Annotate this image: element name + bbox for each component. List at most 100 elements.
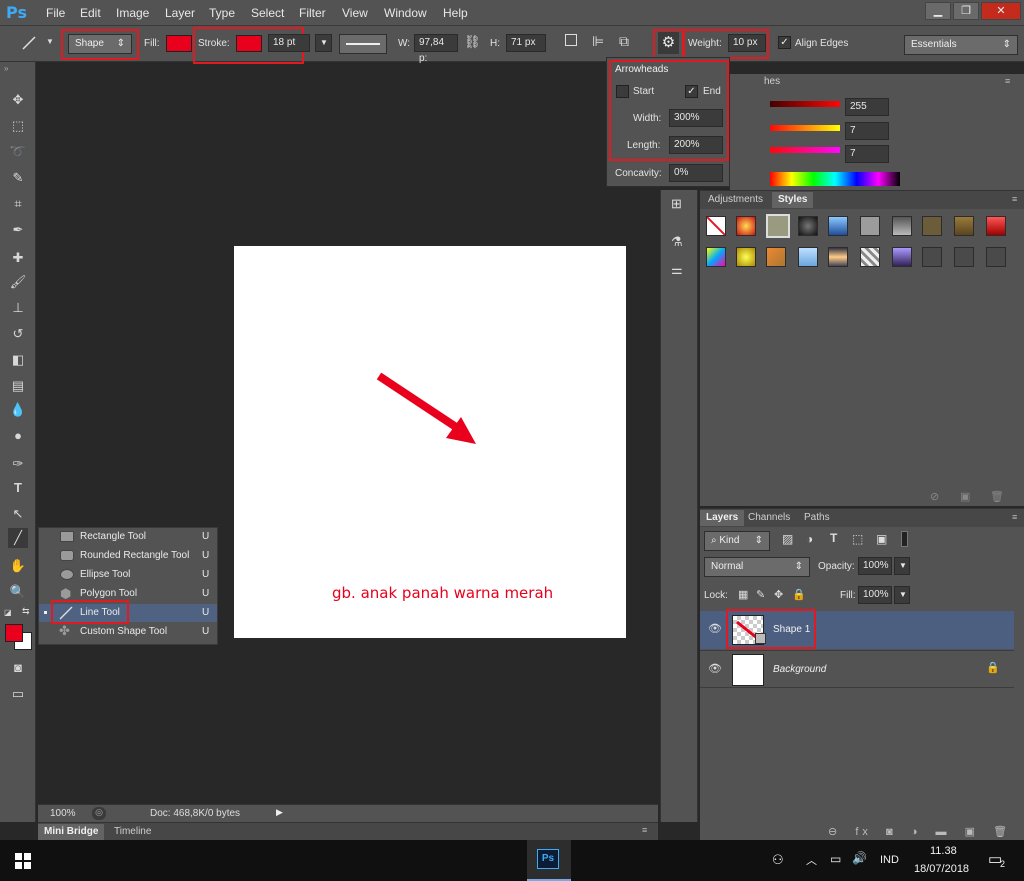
fill-input[interactable]: 100% bbox=[858, 586, 892, 604]
style-swatch[interactable] bbox=[798, 216, 818, 236]
stroke-width-input[interactable]: 18 pt bbox=[268, 34, 310, 52]
hand-tool-icon[interactable]: ✋ bbox=[8, 556, 28, 576]
width-input[interactable]: 97,84 p: bbox=[414, 34, 458, 64]
path-operations-icon[interactable] bbox=[565, 34, 577, 46]
eraser-tool-icon[interactable]: ◧ bbox=[8, 350, 28, 370]
clock-time[interactable]: 11.38 bbox=[930, 845, 957, 857]
tool-preset-dropdown-icon[interactable]: ▼ bbox=[46, 37, 54, 46]
windows-start-icon[interactable] bbox=[15, 853, 31, 869]
type-tool-icon[interactable]: T bbox=[8, 478, 28, 498]
layers-tab[interactable]: Layers bbox=[700, 510, 745, 526]
menu-file[interactable]: File bbox=[46, 6, 65, 20]
menu-window[interactable]: Window bbox=[384, 6, 427, 20]
blend-mode-select[interactable]: Normal ⇕ bbox=[704, 557, 810, 577]
styles-tab[interactable]: Styles bbox=[772, 192, 814, 208]
red-value-input[interactable]: 255 bbox=[845, 98, 889, 116]
style-swatch[interactable] bbox=[736, 216, 756, 236]
filter-smart-object-icon[interactable]: ▣ bbox=[876, 532, 887, 546]
filter-shape-icon[interactable]: ⬚ bbox=[852, 532, 863, 546]
fill-swatch[interactable] bbox=[166, 35, 192, 52]
document-canvas[interactable]: gb. anak panah warna merah bbox=[234, 246, 626, 638]
style-swatch[interactable] bbox=[892, 247, 912, 267]
history-panel-icon[interactable]: ⊞ bbox=[671, 196, 682, 212]
lock-all-icon[interactable]: 🔒 bbox=[792, 588, 806, 601]
menu-help[interactable]: Help bbox=[443, 6, 468, 20]
move-tool-icon[interactable]: ✥ bbox=[8, 90, 28, 110]
flyout-ellipse-tool[interactable]: Ellipse Tool U bbox=[39, 566, 217, 584]
workspace-select[interactable]: Essentials ⇕ bbox=[904, 35, 1018, 55]
filter-type-icon[interactable]: T bbox=[830, 531, 837, 545]
adjustments-tab[interactable]: Adjustments bbox=[702, 192, 769, 208]
style-swatch[interactable] bbox=[860, 247, 880, 267]
filter-adjustment-icon[interactable]: ◑ bbox=[806, 532, 813, 546]
collapse-icon[interactable]: » bbox=[4, 64, 8, 73]
style-swatch[interactable] bbox=[860, 216, 880, 236]
marquee-tool-icon[interactable]: ⬚ bbox=[8, 116, 28, 136]
gradient-tool-icon[interactable]: ▤ bbox=[8, 376, 28, 396]
zoom-level[interactable]: 100% bbox=[50, 808, 76, 819]
path-alignment-icon[interactable]: ⊫ bbox=[592, 33, 604, 50]
weight-input[interactable]: 10 px bbox=[728, 34, 766, 52]
style-swatch[interactable] bbox=[706, 247, 726, 267]
lock-position-icon[interactable]: ✥ bbox=[774, 588, 783, 601]
dodge-tool-icon[interactable]: ● bbox=[8, 426, 28, 446]
style-none-swatch[interactable] bbox=[706, 216, 726, 236]
history-brush-tool-icon[interactable]: ↺ bbox=[8, 324, 28, 344]
align-edges-checkbox[interactable]: ✓ bbox=[778, 36, 791, 49]
menu-edit[interactable]: Edit bbox=[80, 6, 101, 20]
panel-menu-icon[interactable]: ≡ bbox=[1012, 512, 1017, 522]
flyout-rounded-rectangle-tool[interactable]: Rounded Rectangle Tool U bbox=[39, 547, 217, 565]
lock-transparency-icon[interactable]: ▦ bbox=[738, 588, 748, 601]
channels-tab[interactable]: Channels bbox=[742, 510, 796, 526]
layers-footer-icons[interactable]: ⊖ fx ◙ ◑ ▬ ▣ 🗑 bbox=[828, 825, 1011, 838]
blue-value-input[interactable]: 7 bbox=[845, 145, 889, 163]
line-tool-active-icon[interactable]: ╱ bbox=[8, 528, 28, 548]
style-swatch[interactable] bbox=[766, 247, 786, 267]
healing-brush-tool-icon[interactable]: ✚ bbox=[8, 248, 28, 268]
opacity-input[interactable]: 100% bbox=[858, 557, 892, 575]
menu-type[interactable]: Type bbox=[209, 6, 235, 20]
style-swatch[interactable] bbox=[922, 247, 942, 267]
zoom-tool-icon[interactable]: 🔍 bbox=[8, 582, 28, 602]
menu-filter[interactable]: Filter bbox=[299, 6, 326, 20]
style-swatch[interactable] bbox=[954, 216, 974, 236]
lasso-tool-icon[interactable]: ➰ bbox=[8, 142, 28, 162]
height-input[interactable]: 71 px bbox=[506, 34, 546, 52]
swatches-tab[interactable]: hes bbox=[760, 74, 784, 90]
minimize-button[interactable]: ▁ bbox=[925, 2, 951, 20]
filter-pixel-icon[interactable]: ▨ bbox=[782, 532, 793, 546]
lock-pixels-icon[interactable]: ✎ bbox=[756, 588, 765, 601]
style-swatch[interactable] bbox=[986, 247, 1006, 267]
visibility-eye-icon[interactable]: 👁 bbox=[708, 622, 722, 635]
quick-mask-icon[interactable]: ◙ bbox=[8, 658, 28, 678]
crop-tool-icon[interactable]: ⌗ bbox=[8, 194, 28, 214]
swap-colors-icon[interactable]: ⇆ bbox=[22, 606, 30, 617]
language-indicator[interactable]: IND bbox=[880, 854, 899, 866]
red-slider[interactable] bbox=[770, 101, 840, 107]
mini-bridge-tab[interactable]: Mini Bridge bbox=[38, 824, 105, 840]
style-swatch[interactable] bbox=[954, 247, 974, 267]
blue-slider[interactable] bbox=[770, 147, 840, 153]
panel-menu-icon[interactable]: ≡ bbox=[642, 825, 647, 835]
flyout-custom-shape-tool[interactable]: ✤ Custom Shape Tool U bbox=[39, 623, 217, 641]
style-swatch[interactable] bbox=[736, 247, 756, 267]
timeline-tab[interactable]: Timeline bbox=[108, 824, 157, 840]
delete-style-icon[interactable]: 🗑 bbox=[990, 490, 1004, 503]
concavity-input[interactable]: 0% bbox=[669, 164, 723, 182]
panel-menu-icon[interactable]: ≡ bbox=[1012, 194, 1017, 204]
gear-icon[interactable]: ⚙ bbox=[658, 32, 679, 54]
clone-stamp-tool-icon[interactable]: ⊥ bbox=[8, 298, 28, 318]
visibility-eye-icon[interactable]: 👁 bbox=[708, 662, 722, 675]
taskbar-photoshop-button[interactable]: Ps bbox=[527, 840, 571, 881]
fill-dropdown-icon[interactable]: ▼ bbox=[894, 586, 910, 604]
green-value-input[interactable]: 7 bbox=[845, 122, 889, 140]
stroke-style-select[interactable] bbox=[339, 34, 387, 54]
filter-kind-select[interactable]: ⌕ Kind ⇕ bbox=[704, 531, 770, 551]
end-checkbox[interactable]: ✓ bbox=[685, 85, 698, 98]
actions-panel-icon[interactable]: ⚗ bbox=[671, 234, 683, 250]
paths-tab[interactable]: Paths bbox=[798, 510, 836, 526]
start-checkbox[interactable] bbox=[616, 85, 629, 98]
flyout-rectangle-tool[interactable]: Rectangle Tool U bbox=[39, 528, 217, 546]
clock-date[interactable]: 18/07/2018 bbox=[914, 863, 969, 875]
people-icon[interactable]: ⚇ bbox=[772, 852, 784, 868]
